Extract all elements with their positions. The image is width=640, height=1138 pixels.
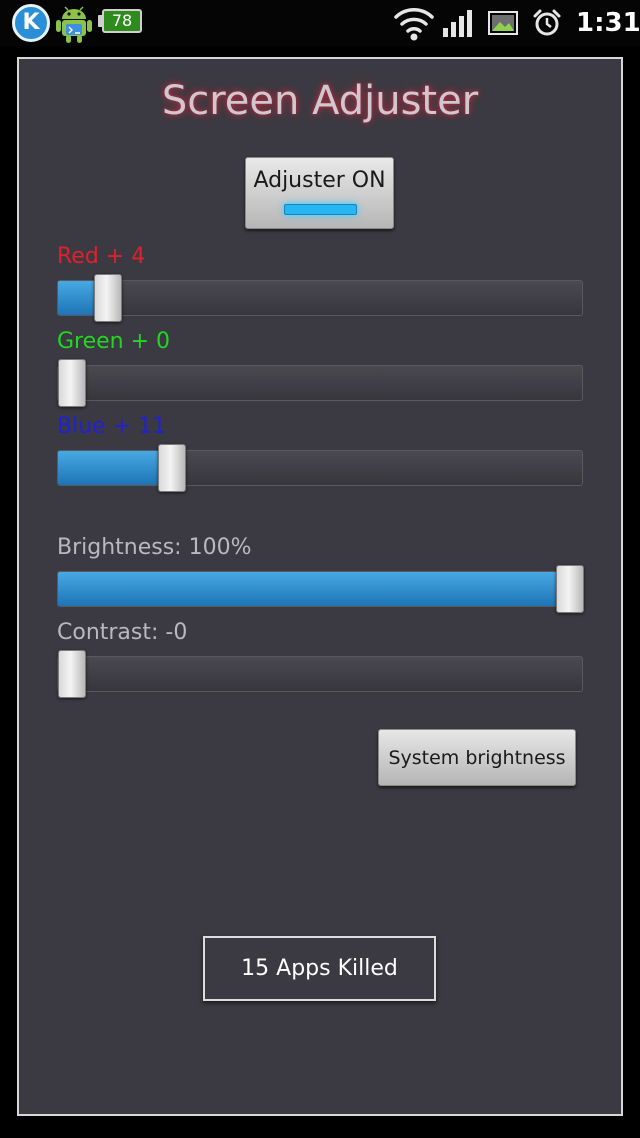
blue-slider-label: Blue + 11 [57,414,167,439]
wifi-icon [394,8,434,41]
app-title: Screen Adjuster [161,78,479,124]
brightness-slider-thumb[interactable] [556,565,584,613]
status-time: 1:31 [576,8,640,38]
android-debug-icon [56,6,92,43]
red-slider[interactable] [57,274,583,322]
alarm-icon [533,9,561,36]
image-icon [488,11,518,35]
signal-icon [443,10,472,37]
adjuster-toggle-button[interactable]: Adjuster ON [245,157,394,229]
green-slider-label: Green + 0 [57,329,171,354]
contrast-slider-thumb[interactable] [58,650,86,698]
green-slider-thumb[interactable] [58,359,86,407]
battery-level: 78 [111,11,133,30]
k-app-icon: K [12,4,50,42]
red-slider-label: Red + 4 [57,244,146,269]
red-slider-thumb[interactable] [94,274,123,322]
blue-slider-fill [58,451,172,485]
blue-slider[interactable] [57,444,583,492]
blue-slider-thumb[interactable] [157,444,186,492]
apps-killed-button[interactable]: 15 Apps Killed [203,936,436,1001]
status-bar: K 78 1:31 [0,0,640,46]
brightness-slider-fill [58,572,570,606]
contrast-slider-label: Contrast: -0 [57,620,188,645]
system-brightness-button[interactable]: System brightness [378,729,576,786]
green-slider[interactable] [57,359,583,407]
contrast-slider[interactable] [57,650,583,698]
brightness-slider[interactable] [57,565,584,613]
toggle-on-indicator [284,204,357,215]
brightness-slider-label: Brightness: 100% [57,535,252,560]
adjuster-toggle-label: Adjuster ON [253,168,386,193]
